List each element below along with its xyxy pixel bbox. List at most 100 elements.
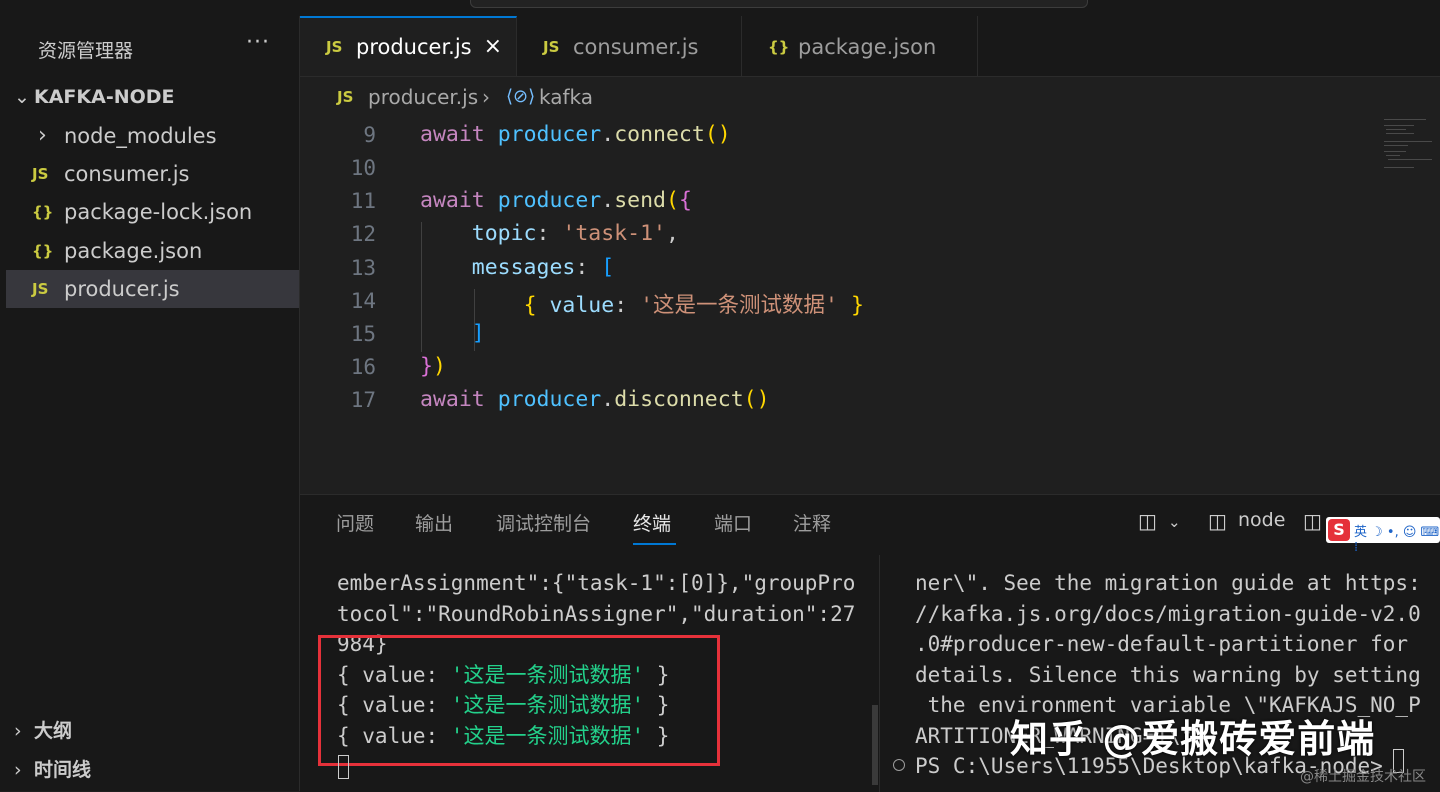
layout-icon[interactable]: ◫: [1303, 509, 1322, 533]
tree-item-producer-js[interactable]: JS producer.js: [6, 270, 299, 308]
ime-logo-icon: S: [1328, 519, 1350, 541]
watermark: 知乎 @爱搬砖爱前端: [1010, 717, 1376, 761]
chevron-down-icon: ⌄: [14, 86, 30, 108]
code-line-16: }): [420, 354, 446, 379]
js-file-icon: JS: [32, 165, 49, 183]
terminal-split-divider[interactable]: [879, 555, 880, 792]
code-token: producer: [497, 122, 602, 147]
chevron-right-icon: ›: [38, 123, 47, 148]
chevron-right-icon: ›: [14, 759, 22, 781]
json-file-icon: {}: [768, 38, 790, 56]
line-number: 15: [350, 322, 376, 346]
command-status-icon[interactable]: [893, 759, 905, 771]
outline-label: 大纲: [34, 720, 73, 742]
tree-item-package-json[interactable]: {} package.json: [6, 232, 299, 270]
terminal-line: ner\". See the migration guide at https:: [915, 571, 1421, 595]
code-line-17: await producer.disconnect(): [420, 387, 770, 412]
terminal-line: //kafka.js.org/docs/migration-guide-v2.0: [915, 601, 1421, 626]
terminal-line: tocol":"RoundRobinAssigner","duration":2…: [337, 601, 856, 626]
tree-item-consumer-js[interactable]: JS consumer.js: [6, 155, 299, 193]
breadcrumb: JS producer.js › ⟨⊘⟩ kafka: [300, 77, 1440, 117]
tab-terminal[interactable]: 终端: [633, 509, 671, 536]
tab-output[interactable]: 输出: [415, 509, 453, 536]
timeline-label: 时间线: [34, 759, 92, 781]
code-token: [: [601, 255, 615, 280]
code-token: .: [601, 188, 615, 213]
timeline-section-header[interactable]: › 时间线: [14, 755, 91, 782]
chevron-right-icon: ›: [14, 720, 22, 742]
tree-item-label: consumer.js: [64, 162, 190, 186]
code-token: :: [575, 255, 602, 280]
code-token: 'task-1': [562, 221, 666, 246]
tree-item-package-lock-json[interactable]: {} package-lock.json: [6, 193, 299, 231]
tab-label: package.json: [798, 35, 937, 59]
tab-label: consumer.js: [573, 35, 699, 59]
chevron-down-icon[interactable]: ⌄: [1168, 513, 1181, 531]
terminal-split-icon[interactable]: ◫: [1208, 509, 1227, 533]
js-file-icon: JS: [326, 38, 343, 56]
code-line-14: { value: '这是一条测试数据' }: [420, 288, 864, 319]
code-token: (: [665, 188, 679, 213]
js-file-icon: JS: [337, 88, 354, 106]
code-token: }: [420, 354, 433, 379]
ime-toolbar[interactable]: S 英 ☽ •, ☺ ⌨ ⁞: [1326, 517, 1440, 555]
more-actions-icon[interactable]: ···: [246, 30, 270, 55]
minimap[interactable]: [1378, 117, 1440, 197]
terminal-line: details. Silence this warning by setting: [915, 662, 1421, 687]
code-token: disconnect: [614, 387, 744, 412]
code-line-15: ]: [420, 321, 485, 346]
tab-problems[interactable]: 问题: [336, 509, 374, 536]
tab-ports[interactable]: 端口: [714, 509, 752, 536]
code-line-11: await producer.send({: [420, 188, 692, 213]
code-token: }: [850, 293, 864, 318]
editor-tab-bar: JS producer.js × JS consumer.js {} packa…: [300, 16, 1440, 77]
breadcrumb-symbol[interactable]: kafka: [539, 77, 593, 117]
code-token: .: [601, 122, 615, 147]
terminal-shell-label[interactable]: node: [1238, 509, 1285, 531]
explorer-title: 资源管理器: [38, 40, 134, 62]
code-token: await: [420, 188, 485, 213]
code-token: ,: [665, 221, 679, 246]
code-token: messages: [471, 255, 576, 280]
code-token: .: [601, 387, 615, 412]
terminal-line: emberAssignment":{"task-1":[0]},"groupPr…: [337, 571, 856, 595]
command-center[interactable]: [470, 0, 1088, 8]
close-icon[interactable]: ×: [484, 18, 502, 76]
tab-consumer-js[interactable]: JS consumer.js: [517, 16, 742, 76]
code-token: :: [536, 221, 563, 246]
code-line-13: messages: [: [420, 255, 614, 280]
project-folder-header[interactable]: ⌄ KAFKA-NODE: [14, 86, 175, 108]
line-number: 16: [350, 355, 376, 379]
tree-item-node-modules[interactable]: › node_modules: [6, 117, 299, 155]
watermark-small: @稀土掘金技术社区: [1300, 769, 1426, 785]
code-line-9: await producer.connect(): [420, 122, 731, 147]
tree-item-label: node_modules: [64, 124, 217, 148]
code-token: (): [743, 387, 770, 412]
code-token: topic: [471, 221, 537, 246]
code-token: {: [678, 188, 692, 213]
highlight-box: [318, 635, 720, 766]
js-file-icon: JS: [32, 280, 49, 298]
project-name: KAFKA-NODE: [34, 86, 175, 108]
split-terminal-icon[interactable]: ◫: [1138, 509, 1157, 533]
tab-comments[interactable]: 注释: [793, 509, 831, 536]
code-line-12: topic: 'task-1',: [420, 221, 679, 246]
tab-debug-console[interactable]: 调试控制台: [496, 509, 591, 536]
tab-package-json[interactable]: {} package.json: [742, 16, 978, 76]
code-token: {: [523, 293, 537, 318]
code-token: ): [432, 354, 446, 379]
tree-item-label: package.json: [64, 239, 203, 263]
terminal-cursor: [338, 755, 349, 779]
code-token: value: [549, 293, 615, 318]
line-number: 13: [350, 256, 376, 280]
code-token: ]: [471, 321, 485, 346]
code-token: '这是一条测试数据': [640, 293, 838, 318]
code-editor[interactable]: 9 10 11 12 13 14 15 16 17 await producer…: [300, 117, 1440, 493]
code-token: await: [420, 122, 485, 147]
outline-section-header[interactable]: › 大纲: [14, 716, 72, 743]
json-file-icon: {}: [32, 203, 54, 221]
breadcrumb-file[interactable]: producer.js: [368, 77, 478, 117]
tab-label: producer.js: [356, 35, 472, 59]
chevron-right-icon: ›: [482, 85, 490, 109]
tab-producer-js[interactable]: JS producer.js ×: [300, 16, 517, 76]
